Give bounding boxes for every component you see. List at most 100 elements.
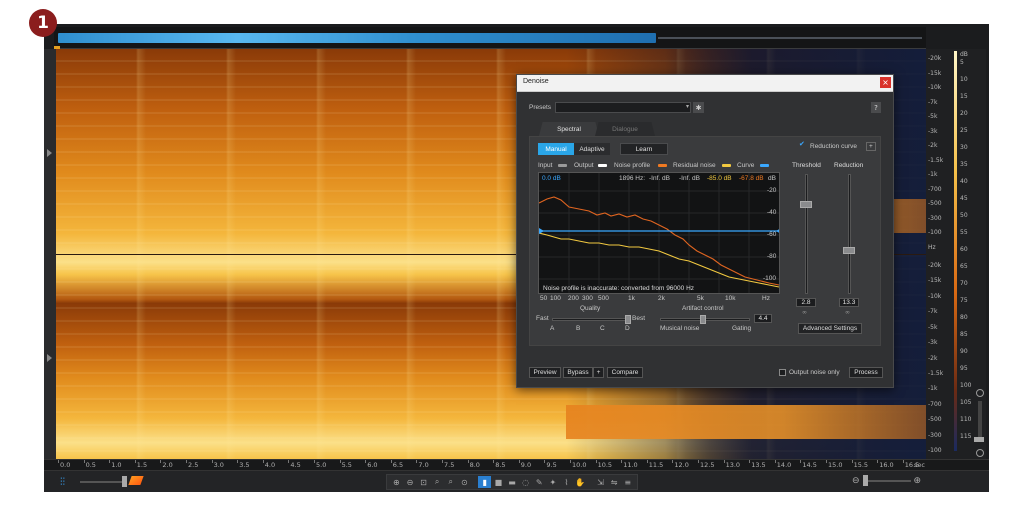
db-label: 105 xyxy=(960,399,972,406)
threshold-slider[interactable] xyxy=(805,174,808,294)
time-selection-tool-icon[interactable]: ▮ xyxy=(478,476,492,488)
time-label: 5.5 xyxy=(341,461,352,469)
instant-process-icon[interactable]: ⇲ xyxy=(594,476,607,488)
db-label: 90 xyxy=(960,348,968,355)
threshold-value[interactable]: 2.8 xyxy=(796,298,816,307)
presets-dropdown[interactable]: ▾ xyxy=(555,102,691,113)
time-label: 15.0 xyxy=(828,461,843,469)
threshold-slider-thumb[interactable] xyxy=(800,201,812,208)
horizontal-zoom-thumb[interactable] xyxy=(862,475,868,486)
spectrogram-low-band-ch2 xyxy=(566,405,926,439)
time-ruler[interactable]: 0.0 0.5 1.0 1.5 2.0 2.5 3.0 3.5 4.0 4.5 5.0 5.5 6.0 6… xyxy=(44,459,989,470)
freq-label-ch2: -5k xyxy=(928,323,938,331)
lasso-tool-icon[interactable]: ◌ xyxy=(519,476,532,488)
time-label: 15.5 xyxy=(853,461,869,469)
zoom-out-tool-icon[interactable]: ⊖ xyxy=(404,476,417,488)
time-tick xyxy=(390,460,392,463)
dialog-titlebar[interactable]: Denoise × xyxy=(517,75,893,92)
blend-slider-thumb[interactable] xyxy=(122,476,127,487)
tab-spectral[interactable]: Spectral xyxy=(539,122,599,136)
db-label: 15 xyxy=(960,93,968,100)
time-label: 9.0 xyxy=(520,461,532,469)
help-button[interactable]: ? xyxy=(871,102,881,113)
time-tick xyxy=(877,460,879,463)
freq-label-ch2: -3k xyxy=(928,339,938,347)
preview-button[interactable]: Preview xyxy=(529,367,561,378)
time-label: 4.0 xyxy=(264,461,276,469)
channel-strip xyxy=(44,49,56,459)
zoom-selection-icon[interactable]: ⊡ xyxy=(417,476,430,488)
adaptive-mode-button[interactable]: Adaptive xyxy=(574,143,610,155)
close-icon[interactable]: × xyxy=(880,77,891,88)
time-tick xyxy=(314,460,315,463)
advanced-settings-button[interactable]: Advanced Settings xyxy=(798,323,862,334)
reduction-slider-thumb[interactable] xyxy=(843,247,855,254)
quality-slider-thumb[interactable] xyxy=(625,315,631,324)
reduction-curve-add-button[interactable]: + xyxy=(866,142,876,151)
time-label: 1.5 xyxy=(136,461,148,469)
threshold-link-icon[interactable]: ∞ xyxy=(802,309,807,316)
db-label: 10 xyxy=(960,76,968,83)
rect-selection-tool-icon[interactable]: ■ xyxy=(492,476,505,488)
db-label: 40 xyxy=(960,178,968,185)
quality-slider[interactable] xyxy=(552,318,628,321)
horizontal-zoom-slider[interactable] xyxy=(862,475,911,486)
db-zoom-slider-thumb[interactable] xyxy=(974,437,984,442)
learn-button[interactable]: Learn xyxy=(620,143,668,155)
bypass-button[interactable]: Bypass xyxy=(563,367,593,378)
reduction-slider[interactable] xyxy=(848,174,851,294)
artifact-control-thumb[interactable] xyxy=(700,315,706,324)
x-tick-300: 300 xyxy=(582,295,593,302)
time-tick xyxy=(467,460,469,463)
hand-tool-icon[interactable]: ✋ xyxy=(574,476,587,488)
freq-selection-tool-icon[interactable]: ▬ xyxy=(506,476,519,488)
db-label: 60 xyxy=(960,246,968,253)
horizontal-zoom-out-icon[interactable]: ⊖ xyxy=(852,476,860,486)
db-label: 55 xyxy=(960,229,968,236)
reduction-link-icon[interactable]: ∞ xyxy=(845,309,850,316)
db-zoom-slider[interactable] xyxy=(978,401,982,441)
channel-1-arrow-icon[interactable] xyxy=(47,149,52,157)
waveform-overview[interactable] xyxy=(54,27,926,49)
step-number-badge: 1 xyxy=(29,9,57,37)
tab-dialogue[interactable]: Dialogue xyxy=(595,122,655,136)
gear-icon[interactable]: ✱ xyxy=(693,102,704,113)
find-similar-icon[interactable]: ⇋ xyxy=(608,476,621,488)
checkmark-icon: ✔ xyxy=(799,140,805,148)
waveform-view-icon[interactable]: ⫶⫶ xyxy=(60,477,65,488)
magic-wand-tool-icon[interactable]: ✦ xyxy=(547,476,560,488)
noise-profile-graph[interactable]: 0.0 dB 1896 Hz: -Inf. dB -Inf. dB -85.0 … xyxy=(538,172,780,294)
reduction-curve-checkbox[interactable]: ✔ xyxy=(799,140,807,150)
time-tick xyxy=(134,460,136,463)
zoom-out-icon[interactable] xyxy=(976,449,984,457)
waveform-spectrogram-blend-slider[interactable] xyxy=(80,481,126,483)
time-label: 7.0 xyxy=(418,461,429,469)
spectrogram-view-icon[interactable] xyxy=(128,476,144,485)
db-label: 110 xyxy=(960,416,972,423)
compare-button[interactable]: Compare xyxy=(607,367,643,378)
brush-tool-icon[interactable]: ✎ xyxy=(533,476,546,488)
time-tick xyxy=(646,460,648,463)
zoom-in-tool-icon[interactable]: ⊕ xyxy=(390,476,403,488)
reduction-value[interactable]: 13.3 xyxy=(839,298,859,307)
channel-2-arrow-icon[interactable] xyxy=(47,354,52,362)
zoom-in-icon[interactable] xyxy=(976,389,984,397)
overview-waveform-tail xyxy=(658,37,922,39)
db-label: 70 xyxy=(960,280,968,287)
horizontal-zoom-in-icon[interactable]: ⊕ xyxy=(914,476,922,486)
manual-mode-button[interactable]: Manual xyxy=(538,143,574,155)
time-label: 8.5 xyxy=(495,461,506,469)
x-tick-200: 200 xyxy=(568,295,579,302)
process-button[interactable]: Process xyxy=(849,367,883,378)
artifact-control-value[interactable]: 4.4 xyxy=(754,314,772,323)
y-tick-100: -100 xyxy=(763,275,777,282)
bypass-options-button[interactable]: + xyxy=(593,367,604,378)
zoom-fit-icon[interactable]: ⊙ xyxy=(458,476,471,488)
output-noise-only-checkbox[interactable] xyxy=(779,369,786,376)
zoom-time-icon[interactable]: ⌕ xyxy=(431,476,444,488)
zoom-freq-icon[interactable]: ⌕ xyxy=(444,476,457,488)
time-unit-label: sec xyxy=(914,461,925,469)
freq-label-ch2: -10k xyxy=(928,292,942,300)
harmonic-selection-icon[interactable]: ⌇ xyxy=(560,476,573,488)
menu-icon[interactable]: ≡ xyxy=(621,476,634,488)
